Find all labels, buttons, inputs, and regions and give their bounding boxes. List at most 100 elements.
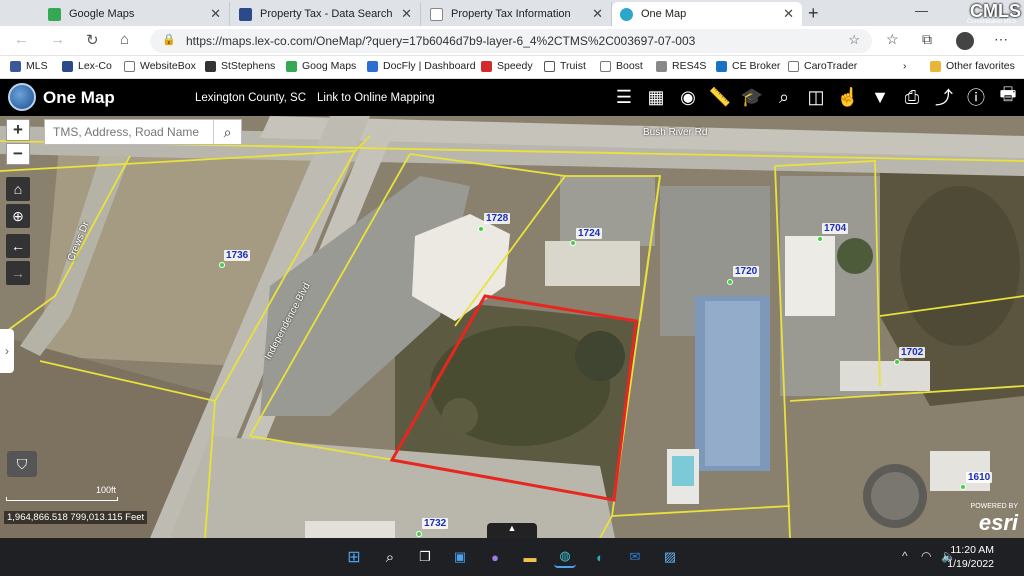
favorite-goog-maps[interactable]: Goog Maps	[286, 60, 356, 72]
file-explorer-icon[interactable]: ▬	[519, 546, 541, 568]
search-icon[interactable]: ⌕	[213, 120, 241, 144]
filter-icon[interactable]: ▼	[868, 85, 892, 109]
truist-icon	[544, 60, 555, 72]
photos-icon[interactable]: ▨	[659, 546, 681, 568]
close-icon[interactable]: ✕	[401, 6, 412, 22]
favorite-ce-broker[interactable]: CE Broker	[716, 60, 780, 72]
profile-avatar[interactable]	[956, 32, 974, 50]
other-favorites-folder[interactable]: Other favorites	[930, 60, 1015, 72]
favorite-websitebox[interactable]: WebsiteBox	[124, 60, 196, 72]
edge-browser-icon[interactable]: ◍	[554, 546, 576, 568]
mail-icon[interactable]: ✉	[624, 546, 646, 568]
onemap-favicon-icon	[620, 7, 633, 21]
wifi-icon[interactable]: ◠	[921, 549, 931, 563]
favorite-truist[interactable]: Truist	[544, 60, 586, 72]
show-hidden-icons-chevron-icon[interactable]: ^	[902, 549, 908, 563]
parcel-marker[interactable]	[570, 240, 576, 246]
close-icon[interactable]: ✕	[210, 6, 221, 22]
favorites-bar: MLS Lex-Co WebsiteBox StStephens Goog Ma…	[0, 56, 1024, 79]
app-title: One Map	[43, 88, 115, 107]
parcel-label: 1732	[422, 518, 449, 529]
parcel-marker[interactable]	[894, 359, 900, 365]
tab-title: Property Tax Information	[451, 8, 571, 20]
next-extent-icon[interactable]: →	[6, 261, 30, 285]
compare-icon[interactable]: ◫	[804, 85, 828, 109]
tab-one-map[interactable]: One Map ✕	[612, 2, 802, 26]
document-icon	[239, 7, 252, 21]
pointer-icon[interactable]: ☝	[836, 85, 860, 109]
map-view[interactable]: ⌕ + − ⌂ ⊕ ← → › Bush River Rd Crews Dr I…	[0, 116, 1024, 538]
info-icon[interactable]: ⓘ	[964, 85, 988, 109]
expand-panel-chevron-up-icon[interactable]: ▲	[487, 523, 537, 538]
favorite-res4s[interactable]: RES4S	[656, 60, 706, 72]
favorite-speedy[interactable]: Speedy	[481, 60, 533, 72]
ststephens-icon	[205, 60, 216, 72]
grid-icon[interactable]: ▦	[644, 85, 668, 109]
clock-date: 1/19/2022	[947, 558, 994, 570]
parcel-marker[interactable]	[219, 262, 225, 268]
locate-icon[interactable]: ⊕	[6, 204, 30, 228]
refresh-icon[interactable]: ↻	[86, 31, 99, 49]
url-field[interactable]: 🔒 https://maps.lex-co.com/OneMap/?query=…	[150, 29, 872, 53]
map-search-input[interactable]	[45, 120, 215, 144]
favorite-mls[interactable]: MLS	[10, 60, 48, 72]
onemap-app-icon[interactable]: ◐	[589, 546, 611, 568]
task-view-icon[interactable]: ❐	[414, 546, 436, 568]
link-online-mapping[interactable]: Link to Online Mapping	[317, 92, 435, 104]
windows-start-icon[interactable]: ⊞	[343, 546, 365, 568]
panel-toggle-chevron-icon[interactable]: ›	[0, 329, 14, 373]
minimize-icon[interactable]: —	[915, 3, 928, 18]
favorite-boost[interactable]: Boost	[600, 60, 643, 72]
favorite-ststephens[interactable]: StStephens	[205, 60, 275, 72]
scale-line	[6, 497, 118, 501]
onemap-header: One Map Lexington County, SC Link to Onl…	[0, 79, 1024, 116]
home-icon[interactable]: ⌂	[120, 31, 129, 48]
new-tab-button[interactable]: +	[808, 3, 819, 24]
page-icon	[430, 7, 443, 21]
more-options-icon[interactable]: ⋯	[994, 31, 1008, 48]
favorite-lex-co[interactable]: Lex-Co	[62, 60, 112, 72]
back-icon[interactable]: ←	[14, 31, 29, 48]
parcel-marker[interactable]	[416, 531, 422, 537]
close-icon[interactable]: ✕	[783, 6, 794, 22]
previous-extent-icon[interactable]: ←	[6, 234, 30, 258]
add-favorite-icon[interactable]: ☆	[848, 32, 860, 48]
parcel-marker[interactable]	[727, 279, 733, 285]
palette-icon[interactable]: ◉	[676, 85, 700, 109]
favorite-docfly[interactable]: DocFly | Dashboard	[367, 60, 476, 72]
close-icon[interactable]: ✕	[592, 6, 603, 22]
basemap-layers-icon[interactable]: ⛉	[7, 451, 37, 477]
tab-google-maps[interactable]: Google Maps ✕	[40, 2, 230, 26]
tab-property-tax-search[interactable]: Property Tax - Data Search | Cou ✕	[231, 2, 421, 26]
zoom-select-icon[interactable]: ⌕	[772, 85, 796, 109]
tab-title: Google Maps	[69, 8, 135, 20]
list-icon[interactable]: ☰	[612, 85, 636, 109]
print-map-icon[interactable]: ⎙	[900, 85, 924, 109]
favorite-carotrader[interactable]: CaroTrader	[788, 60, 857, 72]
widgets-icon[interactable]: ▣	[449, 546, 471, 568]
parcel-label: 1610	[966, 472, 993, 483]
system-clock[interactable]: 11:20 AM 1/19/2022	[947, 543, 994, 571]
url-text: https://maps.lex-co.com/OneMap/?query=17…	[186, 34, 696, 48]
parcel-label: 1704	[822, 223, 849, 234]
ruler-icon[interactable]: 📏	[708, 85, 732, 109]
zoom-out-button[interactable]: −	[6, 143, 30, 165]
favorites-icon[interactable]: ☆	[886, 31, 899, 48]
collections-icon[interactable]: ⧉	[922, 31, 932, 48]
tab-property-tax-info[interactable]: Property Tax Information ✕	[422, 2, 612, 26]
search-icon[interactable]: ⌕	[379, 546, 401, 568]
parcel-label: 1736	[224, 250, 251, 261]
education-icon[interactable]: 🎓	[740, 85, 764, 109]
parcel-marker[interactable]	[817, 236, 823, 242]
map-search-box: ⌕	[44, 119, 242, 145]
home-extent-icon[interactable]: ⌂	[6, 177, 30, 201]
parcel-marker[interactable]	[960, 484, 966, 490]
parcel-marker[interactable]	[478, 226, 484, 232]
favorites-overflow-chevron-icon[interactable]: ›	[903, 60, 907, 72]
share-icon[interactable]: ⤴	[932, 85, 956, 109]
tab-title: Property Tax - Data Search | Cou	[260, 8, 395, 20]
zoom-in-button[interactable]: +	[6, 119, 30, 141]
printer-icon[interactable]: 🖶	[996, 84, 1020, 109]
forward-icon[interactable]: →	[50, 31, 65, 48]
chat-icon[interactable]: ●	[484, 546, 506, 568]
